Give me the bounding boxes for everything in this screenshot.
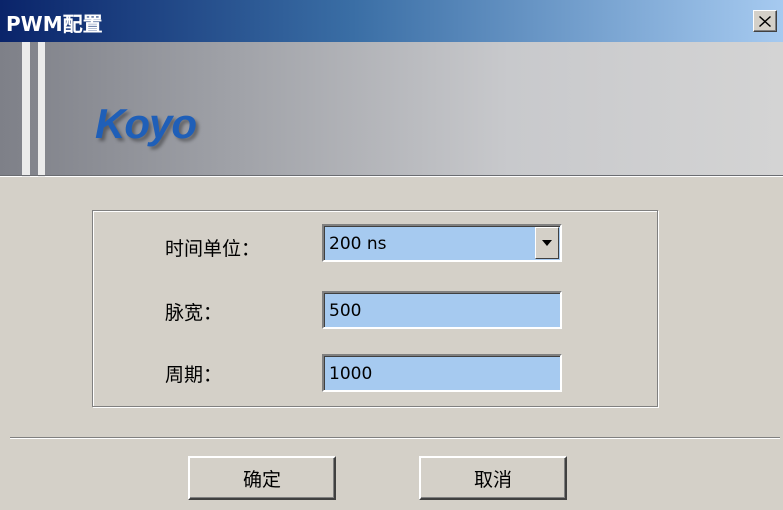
title-bar: PWM配置	[0, 0, 783, 42]
close-icon	[759, 15, 771, 27]
time-unit-label: 时间单位：	[165, 238, 261, 260]
time-unit-dropdown-button[interactable]	[535, 227, 559, 259]
banner-stripe	[22, 42, 30, 177]
footer-separator	[10, 437, 780, 439]
ok-button[interactable]: 确定	[188, 456, 336, 500]
close-button[interactable]	[753, 10, 777, 32]
time-unit-select[interactable]: 200 ns	[322, 224, 562, 262]
cancel-button[interactable]: 取消	[419, 456, 567, 500]
banner-stripe	[38, 42, 45, 177]
time-unit-value: 200 ns	[329, 234, 387, 254]
window-title: PWM配置	[6, 12, 103, 36]
koyo-logo: Koyo	[95, 100, 197, 147]
banner-divider	[0, 175, 783, 176]
period-input[interactable]: 1000	[322, 354, 562, 392]
period-label: 周期：	[165, 364, 223, 386]
header-banner: Koyo	[0, 42, 783, 177]
pulse-width-label: 脉宽：	[165, 302, 223, 324]
pulse-width-input[interactable]: 500	[322, 291, 562, 329]
chevron-down-icon	[542, 240, 552, 246]
